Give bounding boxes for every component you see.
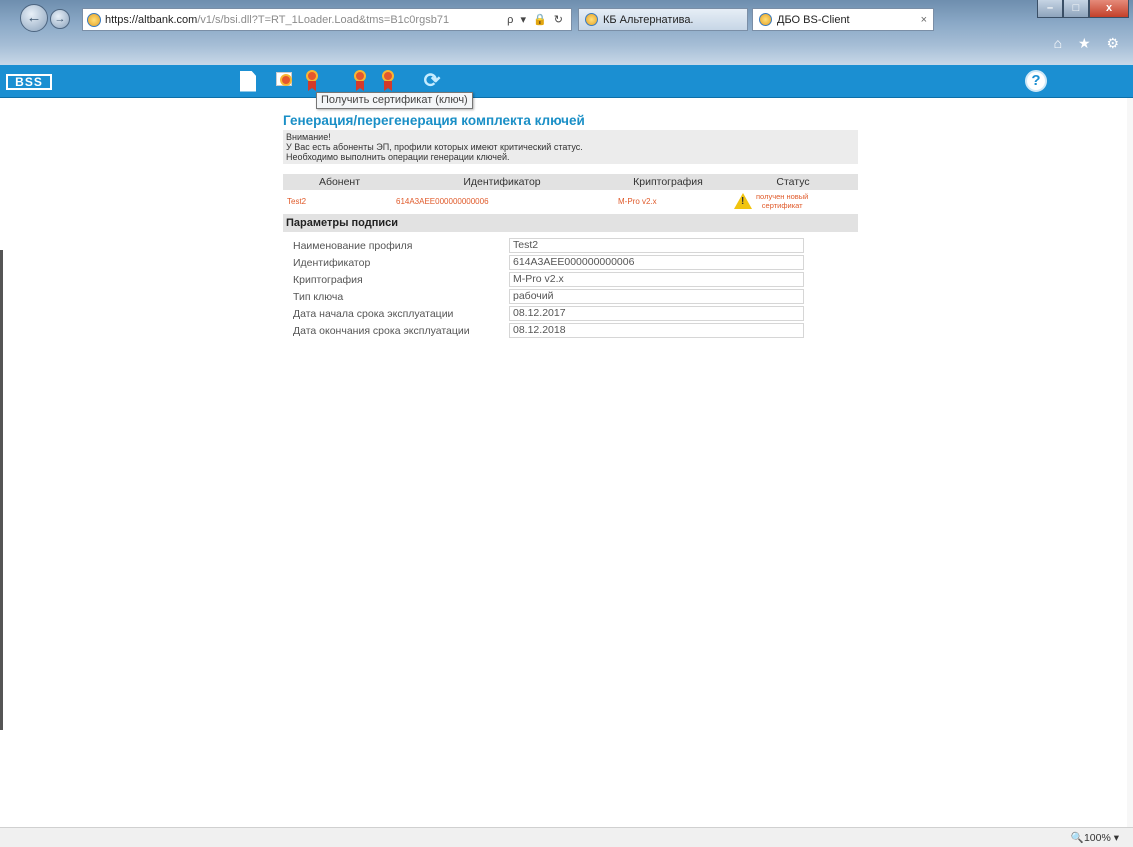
tab-label: КБ Альтернатива.	[603, 13, 694, 26]
main-content: Генерация/перегенерация комплекта ключей…	[283, 113, 858, 340]
param-row: Дата окончания срока эксплуатации 08.12.…	[283, 323, 858, 338]
toolbar-tooltip: Получить сертификат (ключ)	[316, 92, 473, 109]
forward-button[interactable]: →	[50, 9, 70, 29]
url-host: https://altbank.com	[105, 13, 198, 26]
bss-logo: BSS	[6, 74, 52, 90]
end-date-field: 08.12.2018	[509, 323, 804, 338]
status-cell[interactable]: получен новый сертификат	[728, 192, 858, 210]
address-tools[interactable]: ρ ▾ 🔒 ↻	[507, 13, 565, 26]
param-row: Наименование профиля Test2	[283, 238, 858, 253]
start-date-field: 08.12.2017	[509, 306, 804, 321]
get-certificate-icon[interactable]	[300, 69, 324, 93]
profile-name-field: Test2	[509, 238, 804, 253]
column-header-status: Статус	[776, 176, 810, 188]
back-button[interactable]: ←	[20, 4, 48, 32]
tab-close-icon[interactable]: ×	[921, 14, 927, 26]
status-bar: 🔍100% ▾	[0, 827, 1133, 847]
left-edge-bar	[0, 250, 3, 730]
browser-right-icons[interactable]: ⌂ ★ ⚙	[1054, 35, 1125, 52]
crypto-cell[interactable]: M-Pro v2.x	[608, 197, 728, 206]
ie-icon	[585, 13, 598, 26]
address-bar[interactable]: https://altbank.com /v1/s/bsi.dll?T=RT_1…	[82, 8, 572, 31]
critical-status-alert: Внимание! У Вас есть абоненты ЭП, профил…	[283, 130, 858, 164]
browser-chrome: ← → https://altbank.com /v1/s/bsi.dll?T=…	[0, 0, 1133, 65]
tab-label: ДБО BS-Client	[777, 13, 850, 26]
param-label: Тип ключа	[293, 290, 344, 303]
subscriber-cell[interactable]: Test2	[283, 197, 396, 206]
maximize-button[interactable]: □	[1063, 0, 1089, 18]
column-header-identifier: Идентификатор	[463, 176, 541, 188]
column-header-subscriber: Абонент	[318, 176, 361, 188]
certificate-revoke-icon[interactable]	[376, 69, 400, 93]
ie-icon	[759, 13, 772, 26]
param-row: Дата начала срока эксплуатации 08.12.201…	[283, 306, 858, 321]
help-icon[interactable]: ?	[1025, 70, 1047, 92]
crypto-field: M-Pro v2.x	[509, 272, 804, 287]
identifier-field: 614A3AEE000000000006	[509, 255, 804, 270]
minimize-button[interactable]: –	[1037, 0, 1063, 18]
identifier-cell[interactable]: 614A3AEE000000000006	[396, 197, 608, 206]
param-label: Криптография	[293, 273, 363, 286]
view-certificate-icon[interactable]	[272, 69, 296, 93]
status-text: получен новый сертификат	[756, 192, 808, 210]
param-label: Идентификатор	[293, 256, 371, 269]
subscribers-table-header: Абонент Идентификатор Криптография Стату…	[283, 174, 858, 190]
certificate-action-icon[interactable]	[348, 69, 372, 93]
alert-line: Необходимо выполнить операции генерации …	[286, 152, 510, 162]
status-line: сертификат	[761, 201, 803, 210]
close-window-button[interactable]: x	[1089, 0, 1129, 18]
status-line: получен новый	[756, 192, 809, 201]
scrollbar[interactable]	[1127, 98, 1133, 828]
alert-line: У Вас есть абоненты ЭП, профили которых …	[286, 142, 583, 152]
signature-params: Наименование профиля Test2 Идентификатор…	[283, 238, 858, 338]
page-title: Генерация/перегенерация комплекта ключей	[283, 113, 585, 128]
param-label: Дата окончания срока эксплуатации	[293, 324, 470, 337]
param-row: Криптография M-Pro v2.x	[283, 272, 858, 287]
alert-line: Внимание!	[286, 132, 331, 142]
signature-params-heading: Параметры подписи	[283, 214, 858, 232]
tab-kb-alternativa[interactable]: КБ Альтернатива.	[578, 8, 748, 31]
key-type-field: рабочий	[509, 289, 804, 304]
param-row: Идентификатор 614A3AEE000000000006	[283, 255, 858, 270]
column-header-crypto: Криптография	[633, 176, 703, 188]
table-row[interactable]: Test2 614A3AEE000000000006 M-Pro v2.x по…	[283, 190, 858, 212]
window-controls: – □ x	[1037, 0, 1129, 18]
ie-icon	[87, 12, 101, 27]
url-path: /v1/s/bsi.dll?T=RT_1Loader.Load&tms=B1c0…	[197, 13, 450, 26]
warning-icon	[734, 193, 752, 209]
param-row: Тип ключа рабочий	[283, 289, 858, 304]
zoom-control[interactable]: 🔍100% ▾	[1071, 831, 1119, 844]
param-label: Наименование профиля	[293, 239, 413, 252]
new-document-icon[interactable]	[236, 69, 260, 93]
param-label: Дата начала срока эксплуатации	[293, 307, 454, 320]
tab-dbo-bs-client[interactable]: ДБО BS-Client ×	[752, 8, 934, 31]
refresh-icon[interactable]: ⟳	[420, 69, 444, 93]
app-toolbar: BSS ⟳ ?	[0, 65, 1133, 98]
